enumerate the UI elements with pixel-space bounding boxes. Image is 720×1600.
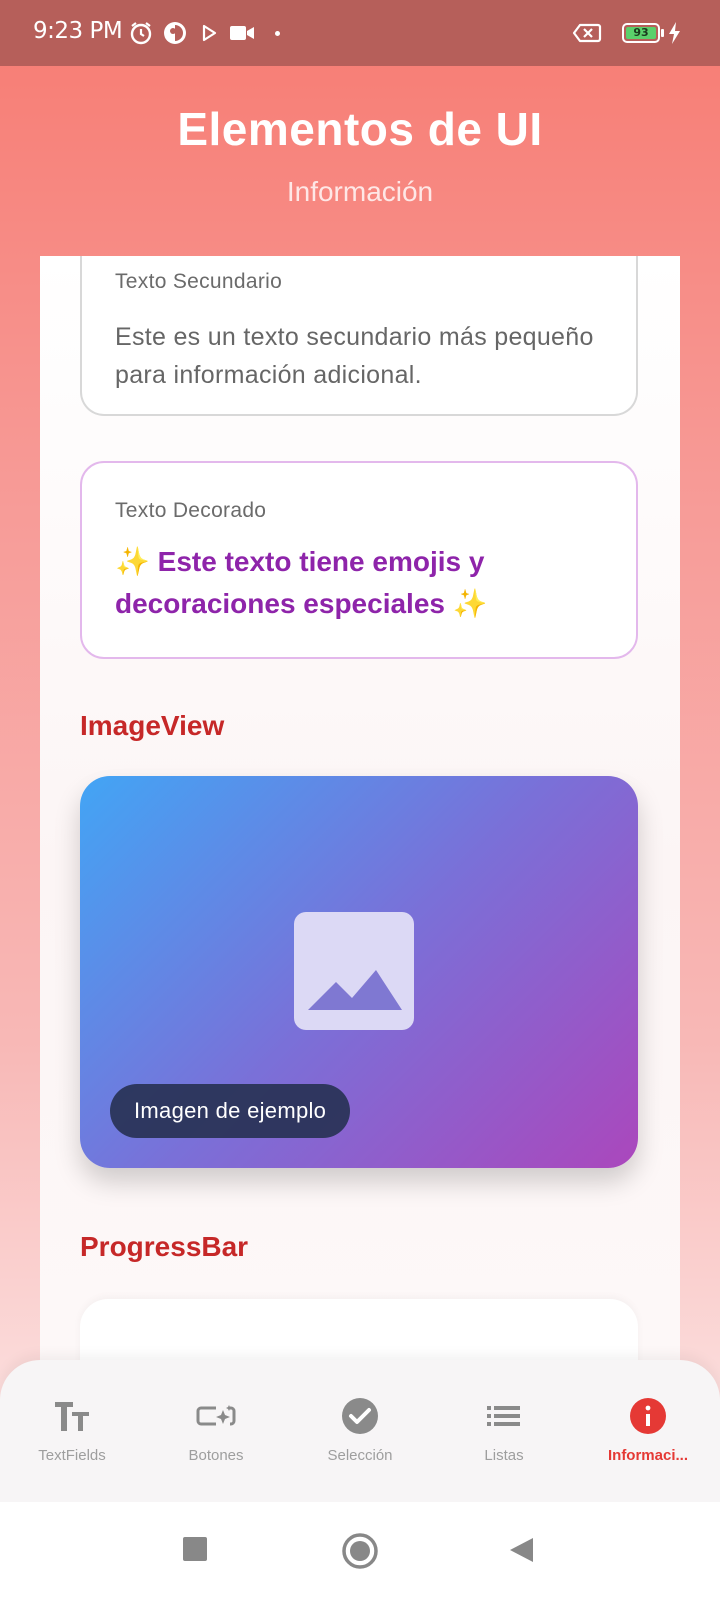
recent-apps-button[interactable] xyxy=(182,1536,208,1567)
image-icon xyxy=(294,912,414,1032)
text-format-icon xyxy=(52,1396,92,1436)
check-circle-icon xyxy=(340,1396,380,1436)
page-title: Elementos de UI xyxy=(177,103,543,155)
bottom-navigation: TextFields Botones Selección Listas Info… xyxy=(0,1360,720,1504)
nav-item-seleccion[interactable]: Selección xyxy=(288,1360,432,1500)
alarm-icon xyxy=(128,20,154,50)
image-view-card: Imagen de ejemplo xyxy=(80,776,638,1168)
smart-button-icon xyxy=(196,1396,236,1436)
nav-label: Informaci... xyxy=(607,1447,689,1464)
back-button[interactable] xyxy=(507,1536,535,1569)
battery-level: 93 xyxy=(626,27,656,39)
image-caption: Imagen de ejemplo xyxy=(110,1084,351,1138)
secondary-text-card: Texto Secundario Este es un texto secund… xyxy=(80,256,638,416)
nav-label: Selección xyxy=(327,1447,393,1464)
charging-icon xyxy=(666,20,682,50)
card-label: Texto Secundario xyxy=(115,270,283,293)
nav-item-textfields[interactable]: TextFields xyxy=(0,1360,144,1500)
video-icon xyxy=(228,20,256,50)
system-navigation-bar xyxy=(0,1502,720,1600)
dot-icon xyxy=(275,31,280,36)
nav-item-botones[interactable]: Botones xyxy=(144,1360,288,1500)
nav-item-listas[interactable]: Listas xyxy=(432,1360,576,1500)
card-label: Texto Decorado xyxy=(115,499,267,522)
home-button[interactable] xyxy=(341,1532,379,1575)
app-icon xyxy=(162,20,188,50)
list-icon xyxy=(484,1396,524,1436)
content-panel[interactable]: Texto Secundario Este es un texto secund… xyxy=(40,256,680,1360)
nav-label: TextFields xyxy=(38,1447,106,1464)
nav-item-informacion[interactable]: Informaci... xyxy=(576,1360,720,1500)
nav-label: Listas xyxy=(484,1447,524,1464)
status-bar: 9:23 PM 93 xyxy=(0,0,720,66)
battery-icon: 93 xyxy=(622,23,660,43)
status-time: 9:23 PM xyxy=(33,18,123,44)
play-store-icon xyxy=(200,20,220,50)
section-title-progressbar: ProgressBar xyxy=(80,1231,249,1262)
card-text: Este es un texto secundario más pequeño … xyxy=(115,323,594,389)
decorated-text-card: Texto Decorado ✨ Este texto tiene emojis… xyxy=(80,461,638,659)
info-icon xyxy=(628,1396,668,1436)
section-title-imageview: ImageView xyxy=(80,710,225,741)
progress-card xyxy=(80,1299,638,1360)
app-header: Elementos de UI Información xyxy=(0,66,720,256)
nav-label: Botones xyxy=(188,1447,244,1464)
battery-x-icon xyxy=(572,20,602,50)
page-subtitle: Información xyxy=(286,176,434,207)
card-text: ✨ Este texto tiene emojis y decoraciones… xyxy=(115,546,488,619)
